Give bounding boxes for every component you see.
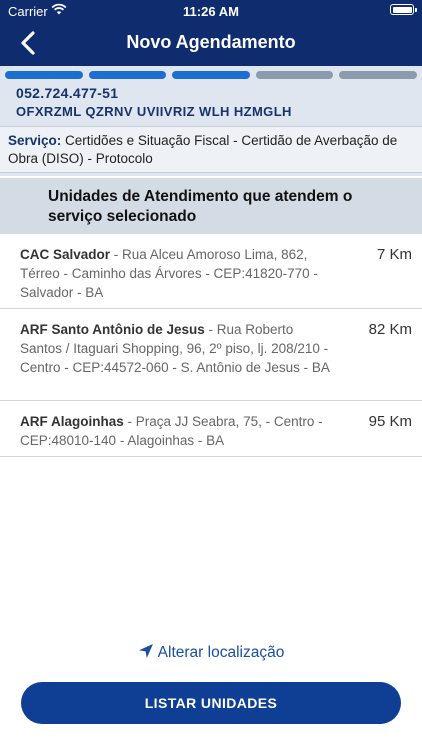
unit-row[interactable]: CAC Salvador - Rua Alceu Amoroso Lima, 8… (0, 234, 422, 309)
unit-address: ARF Santo Antônio de Jesus - Rua Roberto… (20, 320, 338, 377)
progress-step (339, 71, 417, 79)
unit-distance: 7 Km (376, 246, 412, 263)
unit-row[interactable]: ARF Alagoinhas - Praça JJ Seabra, 75, - … (0, 401, 422, 457)
app-header: Carrier 11:26 AM Novo Agendamento (0, 0, 422, 66)
page-title: Novo Agendamento (126, 32, 296, 52)
section-header: Unidades de Atendimento que atendem o se… (0, 178, 422, 234)
service-info: Serviço: Certidões e Situação Fiscal - C… (0, 126, 422, 173)
unit-name: ARF Alagoinhas (20, 414, 124, 429)
change-location-link[interactable]: Alterar localização (0, 643, 422, 662)
user-cpf: 052.724.477-51 (16, 85, 119, 101)
unit-distance: 82 Km (368, 321, 412, 338)
unit-name: ARF Santo Antônio de Jesus (20, 322, 205, 337)
location-arrow-icon (138, 644, 153, 658)
progress-step (172, 71, 250, 79)
unit-address: ARF Alagoinhas - Praça JJ Seabra, 75, - … (20, 412, 338, 450)
service-label: Serviço: (8, 133, 62, 148)
clock: 11:26 AM (183, 4, 239, 19)
progress-step (255, 71, 334, 79)
section-title: Unidades de Atendimento que atendem o se… (48, 188, 353, 225)
battery-icon (390, 4, 417, 15)
service-value: Certidões e Situação Fiscal - Certidão d… (8, 133, 398, 166)
list-units-button[interactable]: LISTAR UNIDADES (21, 682, 401, 724)
change-location-label: Alterar localização (157, 644, 285, 661)
unit-address: CAC Salvador - Rua Alceu Amoroso Lima, 8… (20, 245, 338, 302)
progress-step (88, 71, 167, 79)
unit-distance: 95 Km (368, 413, 412, 430)
unit-row[interactable]: ARF Santo Antônio de Jesus - Rua Roberto… (0, 309, 422, 401)
progress-step (5, 71, 83, 79)
user-name: OFXRZML QZRNV UVIIVRIZ WLH HZMGLH (16, 104, 292, 119)
unit-name: CAC Salvador (20, 247, 111, 262)
status-bar: Carrier 11:26 AM (0, 0, 422, 22)
